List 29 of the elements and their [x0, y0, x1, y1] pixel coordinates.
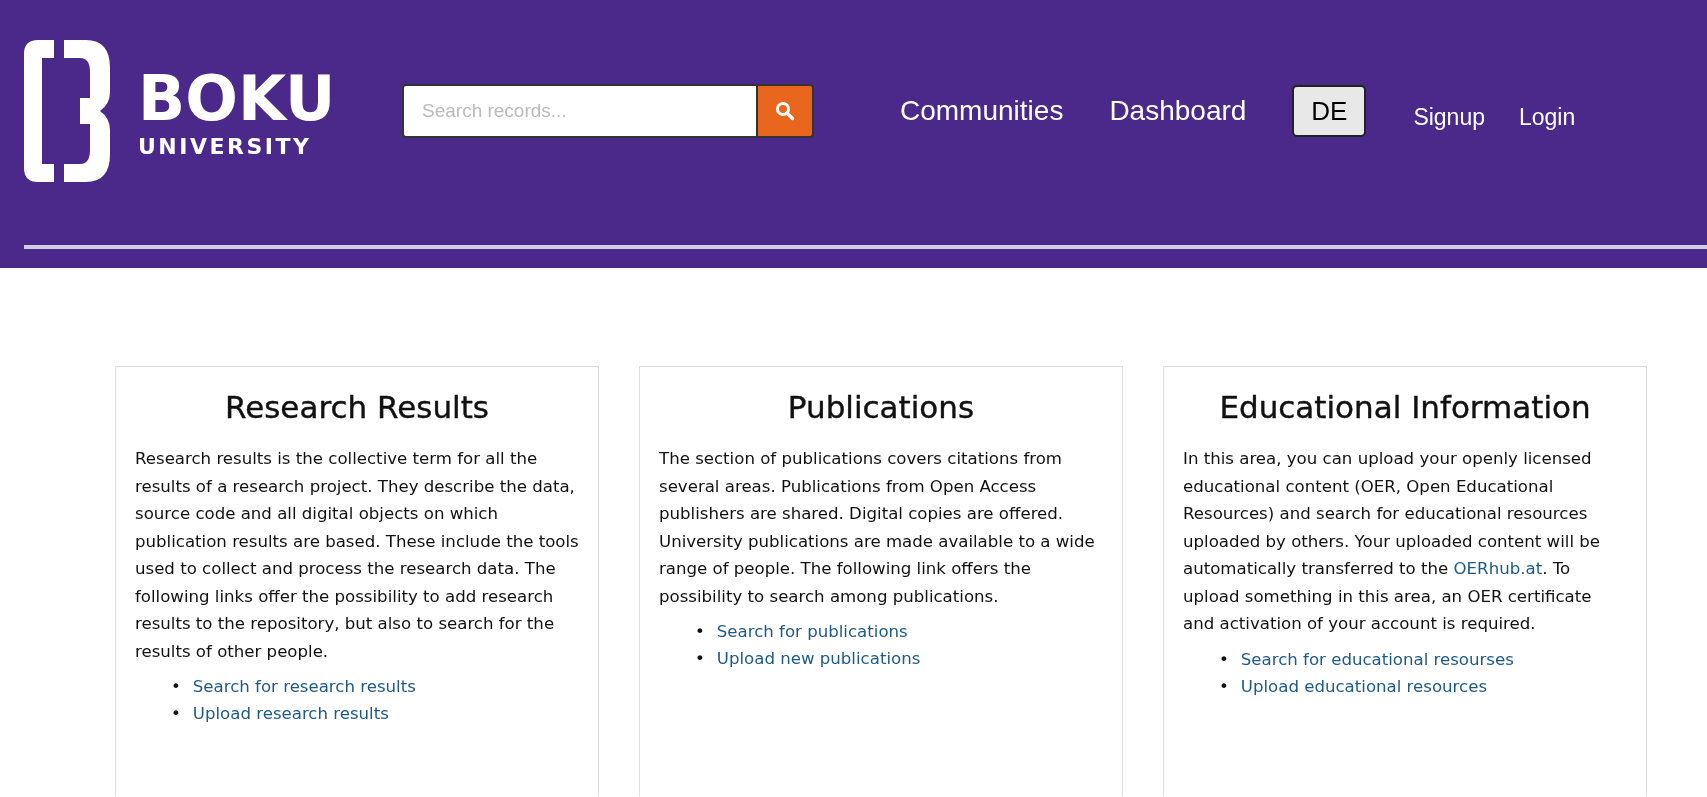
bullet: • [695, 648, 705, 670]
card-link[interactable]: Search for educational resourses [1240, 645, 1514, 673]
card-link[interactable]: Search for publications [716, 618, 908, 645]
bullet: • [171, 703, 181, 725]
card-link[interactable]: Search for research results [192, 673, 416, 700]
card-description: In this area, you can upload your openly licensed educational content (OER, Open Educational Resources) and search for educational resources uploaded by others. Your uploaded content will be automatically transferred to the OERhub.at. To upload something in this area, an OER certificate and activation of your account is required. [1183, 448, 1601, 635]
search-button[interactable] [758, 84, 814, 138]
bullet: • [695, 621, 705, 643]
card-description: The section of publications covers citations from several areas. Publications from Open Access publishers are shared. Digital copies are offered. University publications are made available to a wide range of people. The following link offers the possibility to search among publications. [659, 448, 1096, 608]
auth-link[interactable]: Login [1519, 103, 1576, 131]
inline-link[interactable]: OERhub.at [1453, 559, 1543, 578]
search-icon [775, 101, 795, 121]
search-field[interactable]: Search records... [402, 84, 758, 138]
nav-link[interactable]: Dashboard [1109, 95, 1247, 127]
card-description: Research results is the collective term for all the results of a research project. They describe the data, source code and all digital objects on which publication results are based. These include the tools used to collect and process the research data. The following links offer the possibility to add research results to the repository, but also to search for the results of other people. [135, 448, 579, 663]
card-link[interactable]: Upload educational resources [1240, 672, 1488, 700]
bullet: • [1219, 648, 1229, 671]
bullet: • [171, 676, 181, 698]
nav-link[interactable]: Communities [900, 95, 1064, 127]
auth-link[interactable]: Signup [1413, 103, 1485, 131]
logo-title: BOKU [138, 63, 336, 134]
language-button[interactable]: DE [1292, 85, 1367, 137]
card-link[interactable]: Upload research results [192, 700, 389, 727]
card-title: Publications [786, 389, 976, 425]
card-link[interactable]: Upload new publications [716, 645, 921, 672]
logo-subtitle: UNIVERSITY [138, 133, 313, 159]
card-title: Research Results [224, 389, 490, 425]
bullet: • [1219, 675, 1229, 698]
card-title: Educational Information [1218, 389, 1592, 425]
